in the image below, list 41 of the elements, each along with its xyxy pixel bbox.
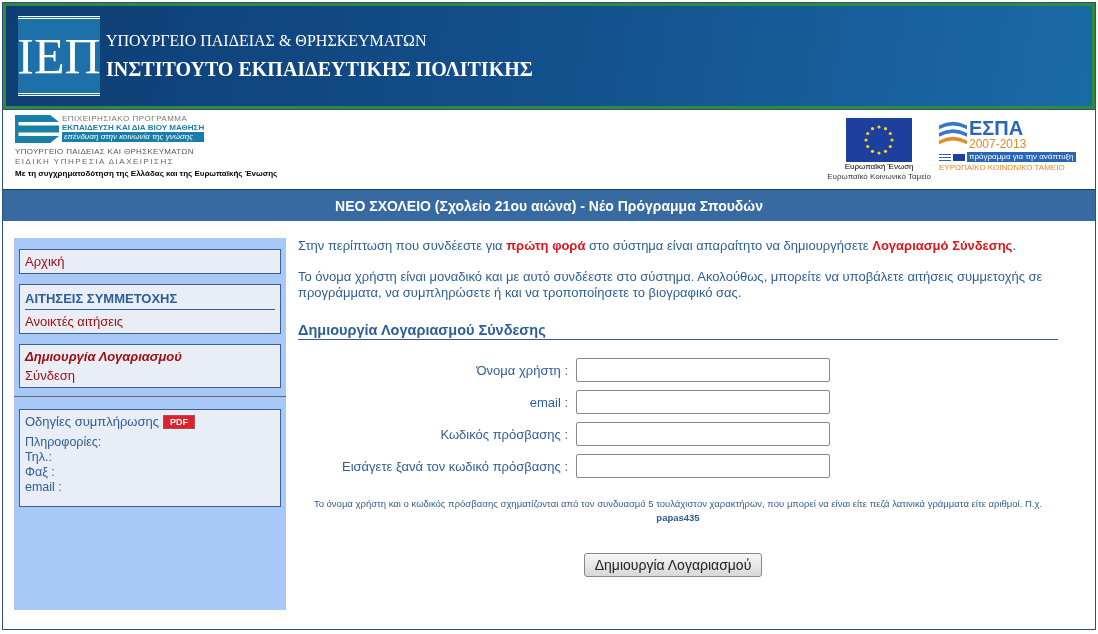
contact-label: Τηλ.: (25, 450, 53, 465)
create-account-button[interactable]: Δημιουργία Λογαριασμού (583, 553, 763, 577)
menu-heading: ΑΙΤΗΣΕΙΣ ΣΥΜΜΕΤΟΧΗΣ (25, 289, 275, 310)
menu-link[interactable]: Σύνδεση (25, 368, 275, 383)
input-field[interactable] (576, 358, 830, 382)
intro-paragraph: Στην περίπτωση που συνδέεστε για πρώτη φορά στο σύστημα είναι απαραίτητο να δημιουργήσετε Λογαριασμό Σύνδεσης. (298, 238, 1017, 254)
field-label: Όνομα χρήστη : (475, 362, 568, 378)
eu-name: Ευρωπαϊκή Ένωση (844, 162, 914, 172)
ministry-label: ΥΠΟΥΡΓΕΙΟ ΠΑΙΔΕΙΑΣ ΚΑΙ ΘΡΗΣΚΕΥΜΑΤΩΝ (15, 147, 195, 157)
pdf-badge[interactable]: PDF (163, 414, 196, 429)
espa-name: ΕΣΠΑ (969, 118, 1025, 138)
program-motto: επένδυση στην κοινωνία της γνώσης (62, 132, 205, 142)
input-field[interactable] (576, 422, 830, 446)
contact-label: email : (25, 480, 63, 495)
input-field[interactable] (576, 390, 830, 414)
field-label: Κωδικός πρόσβασης : (439, 426, 568, 442)
espa-fund: ΕΥΡΩΠΑΪΚΟ ΚΟΙΝΩΝΙΚΟ ΤΑΜΕΙΟ (939, 163, 1066, 173)
program-name: ΕΚΠΑΙΔΕΥΣΗ ΚΑΙ ΔΙΑ ΒΙΟΥ ΜΑΘΗΣΗ (62, 123, 205, 132)
service-label: ΕΙΔΙΚΗ ΥΠΗΡΕΣΙΑ ΔΙΑΧΕΙΡΙΣΗΣ (15, 157, 176, 167)
menu-link[interactable]: Ανοικτές αιτήσεις (25, 314, 275, 329)
institute-name: ΙΝΣΤΙΤΟΥΤΟ ΕΚΠΑΙΔΕΥΤΙΚΗΣ ΠΟΛΙΤΙΚΗΣ (106, 57, 533, 81)
espa-tagline: πρόγραμμα για την ανάπτυξη (967, 152, 1076, 162)
program-label: ΕΠΙΧΕΙΡΗΣΙΑΚΟ ΠΡΟΓΡΑΜΜΑ (62, 114, 189, 123)
eu-fund: Ευρωπαϊκό Κοινωνικό Ταμείο (827, 172, 931, 182)
intro-paragraph: Το όνομα χρήστη είναι μοναδικό και με αυτό συνδέεστε στο σύστημα. Ακολούθως, μπορείτε να υποβάλετε αιτήσεις συμμετοχής σε προγράμματα, να συμπληρώσετε ή και να τροποποίησετε το βιογραφικό σας. (298, 269, 1044, 301)
guide-link[interactable]: Οδηγίες συμπλήρωσης (25, 414, 160, 429)
institute-logo: ΙΕΠ (18, 16, 100, 96)
contact-label: Πληροφορίες: (25, 435, 103, 450)
contact-label: Φαξ : (25, 465, 56, 480)
field-label: email : (528, 394, 568, 410)
page-title: ΝΕΟ ΣΧΟΛΕΙΟ (Σχολείο 21ου αιώνα) - Νέο Πρόγραμμα Σπουδών (3, 189, 1095, 221)
book-icon (15, 114, 59, 144)
menu-link[interactable]: Δημιουργία Λογαριασμού (25, 349, 275, 364)
menu-link[interactable]: Αρχική (25, 254, 275, 269)
ministry-name: ΥΠΟΥΡΓΕΙΟ ΠΑΙΔΕΙΑΣ & ΘΡΗΣΚΕΥΜΑΤΩΝ (106, 31, 428, 50)
form-hint: Το όνομα χρήστη και ο κωδικός πρόσβασης σχηματίζονται από τον συνδυασμό 5 τουλάχιστον χαρακτήρων, που μπορεί να είναι είτε πεζά λατινικά γράμματα είτε αριθμοί. Π.χ. papas435 (312, 497, 1044, 525)
espa-years: 2007-2013 (969, 138, 1027, 150)
cofunding-note: Με τη συγχρηματοδότηση της Ελλάδας και της Ευρωπαϊκής Ένωσης (15, 168, 278, 179)
form-heading: Δημιουργία Λογαριασμού Σύνδεσης (298, 322, 1058, 340)
field-label: Εισάγετε ξανά τον κωδικό πρόσβασης : (341, 458, 568, 474)
input-field[interactable] (576, 454, 830, 478)
